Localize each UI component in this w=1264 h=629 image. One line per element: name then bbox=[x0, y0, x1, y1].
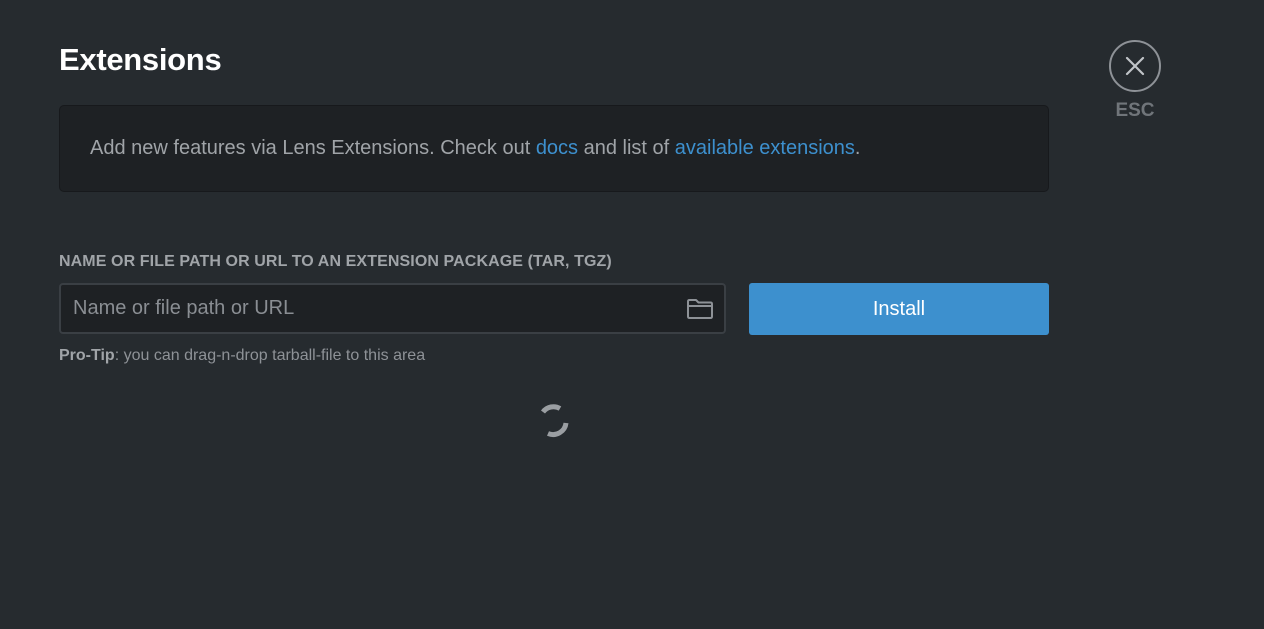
info-text-middle: and list of bbox=[578, 137, 675, 159]
extension-path-input[interactable] bbox=[61, 285, 676, 332]
close-icon bbox=[1125, 56, 1145, 76]
esc-label: ESC bbox=[1115, 100, 1155, 121]
spinner-icon bbox=[540, 404, 569, 438]
info-banner: Add new features via Lens Extensions. Ch… bbox=[59, 105, 1049, 192]
pro-tip-label: Pro-Tip bbox=[59, 347, 115, 364]
pro-tip: Pro-Tip: you can drag-n-drop tarball-fil… bbox=[59, 347, 425, 365]
extensions-page: Extensions Add new features via Lens Ext… bbox=[0, 0, 1264, 629]
info-text: Add new features via Lens Extensions. Ch… bbox=[90, 137, 860, 160]
folder-icon bbox=[687, 298, 713, 319]
install-button[interactable]: Install bbox=[749, 283, 1049, 335]
available-extensions-link[interactable]: available extensions bbox=[675, 137, 855, 159]
browse-folder-button[interactable] bbox=[676, 285, 724, 332]
close-button[interactable] bbox=[1109, 40, 1161, 92]
pro-tip-text: : you can drag-n-drop tarball-file to th… bbox=[114, 347, 426, 364]
docs-link[interactable]: docs bbox=[536, 137, 578, 159]
page-title: Extensions bbox=[59, 42, 222, 77]
extension-input-label: NAME OR FILE PATH OR URL TO AN EXTENSION… bbox=[59, 253, 612, 270]
info-text-after: . bbox=[854, 137, 861, 159]
info-text-before: Add new features via Lens Extensions. Ch… bbox=[90, 137, 536, 159]
extension-input-container bbox=[59, 283, 726, 334]
close-control: ESC bbox=[1106, 40, 1164, 122]
